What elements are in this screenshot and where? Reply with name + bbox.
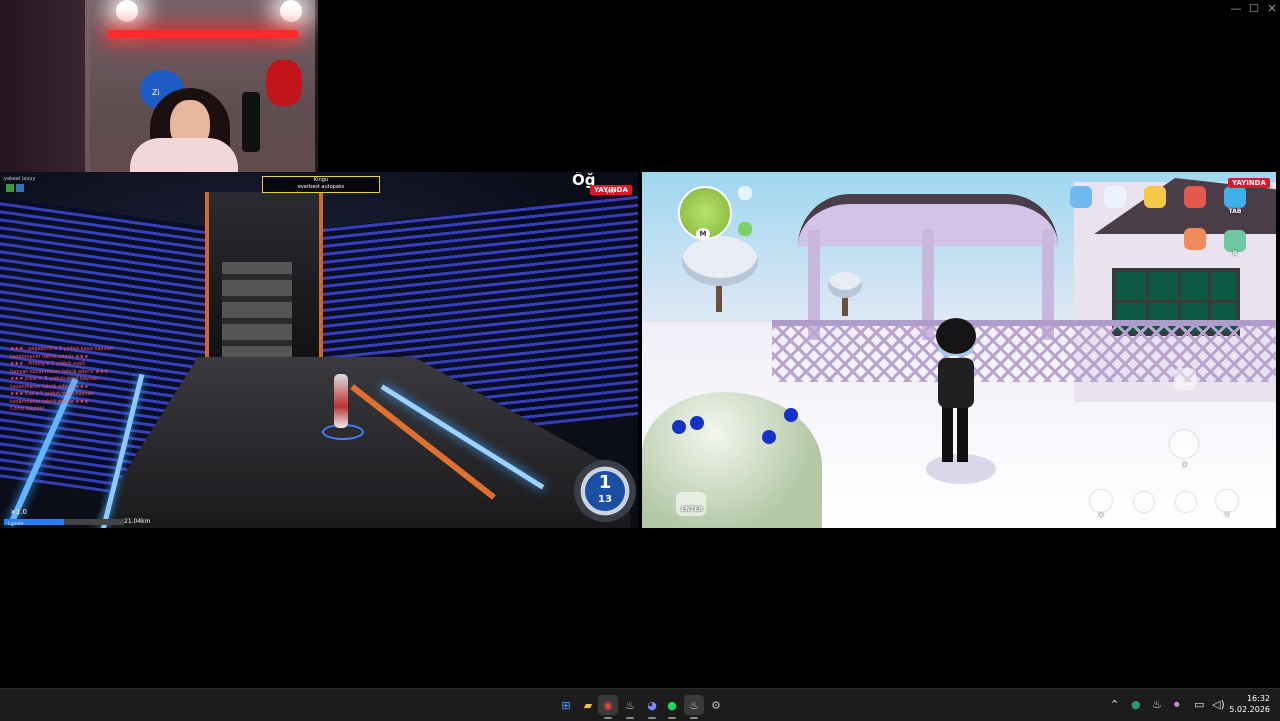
microphone	[242, 92, 260, 152]
player-legs	[942, 406, 968, 462]
chat-line: ★★★ Eva'e 5 yıldızlı evcil hayvan	[10, 391, 94, 397]
snowy-tree	[682, 236, 758, 286]
t-key-label: T	[1224, 512, 1230, 519]
chrome-icon[interactable]: ◉	[598, 695, 618, 719]
clock-time: 16:32	[1246, 694, 1270, 703]
webcam-feed: Zi	[0, 0, 318, 178]
chat-line: kazanmanın tebrik ederiz ★★★	[10, 398, 89, 405]
fence	[772, 320, 1276, 382]
round-current: 1	[598, 472, 612, 493]
berry[interactable]	[784, 408, 798, 422]
file-explorer-icon[interactable]: ▰	[578, 695, 598, 715]
snowman-icon[interactable]	[1104, 186, 1126, 208]
event-icon[interactable]	[1070, 186, 1092, 208]
round-counter: 1 13	[574, 460, 636, 522]
round-total: 13	[598, 494, 612, 505]
house-icon[interactable]	[1184, 228, 1206, 250]
right-game-view[interactable]: M TAB B YAYINDA F ENTER X T	[642, 172, 1276, 528]
maximize-icon[interactable]: ☐	[1244, 2, 1264, 16]
enter-key-label: ENTER	[681, 506, 703, 513]
close-icon[interactable]: ✕	[1262, 2, 1280, 16]
berry[interactable]	[690, 416, 704, 430]
left-game-view[interactable]: yakeel lavuy Kingu everbest autopass Öğ …	[0, 172, 638, 528]
windows-start-icon[interactable]: ⊞	[556, 695, 576, 715]
top-small-text: yakeel lavuy	[4, 176, 36, 182]
minimap-key: M	[696, 228, 710, 240]
player-body	[938, 358, 974, 408]
channel-label: yay	[606, 189, 615, 195]
running-indicator	[648, 717, 656, 719]
inventory-icon[interactable]	[1224, 186, 1246, 208]
running-indicator	[668, 717, 676, 719]
chat-line: kazanmanın tebrik ederiz ★★★	[10, 353, 89, 360]
tab-key-label: TAB	[1228, 208, 1242, 215]
vehicle-button[interactable]	[1090, 490, 1112, 512]
ceiling-light	[280, 0, 302, 22]
berry[interactable]	[762, 430, 776, 444]
steam-icon[interactable]: ♨	[620, 695, 640, 719]
emote-icon[interactable]	[1174, 368, 1196, 390]
backpack-icon[interactable]	[1224, 230, 1246, 252]
taskbar: ⊞ ▰ ◉ ♨ ◕ ● ♨ ⚙ ⌃ ● ♨ ⏺ ▭ ◁) 16:32 5.02.2026	[0, 688, 1280, 721]
interact-button[interactable]	[1170, 430, 1198, 458]
clock-date: 5.02.2026	[1229, 705, 1270, 714]
tray-overflow-icon[interactable]: ⌃	[1110, 698, 1119, 711]
running-indicator	[604, 717, 612, 719]
settings-icon[interactable]: ⚙	[706, 695, 726, 715]
distance-value: 21.04km	[124, 518, 151, 525]
quest-line: everbest autopass	[297, 184, 345, 190]
chat-line: ★★★ . pegasun5'e 5 yıldızlı kaya hayvan	[10, 346, 113, 352]
speed-multiplier: ×1.0	[10, 508, 27, 516]
display-icon[interactable]: ▭	[1194, 698, 1204, 711]
spotify-icon[interactable]: ●	[662, 695, 682, 719]
menu-icon[interactable]	[738, 186, 752, 200]
snowy-tree	[828, 272, 862, 298]
chat-line: kazanmanın tebrik ederiz ★★★	[10, 383, 89, 390]
chat-line: hayvan kazanmanın tebrik ederiz ★★★	[10, 368, 109, 375]
minimize-icon[interactable]: —	[1226, 2, 1246, 16]
camera-button[interactable]	[1176, 492, 1196, 512]
tunnel-lights	[222, 262, 292, 362]
f-key-label: F	[1182, 462, 1188, 469]
quest-box: Kingu everbest autopass	[262, 176, 380, 193]
shop-icon[interactable]	[1184, 186, 1206, 208]
running-indicator	[626, 717, 634, 719]
quest-line: Kingu	[313, 177, 329, 183]
quest-icon[interactable]	[738, 222, 752, 236]
chat-line: ★★★ . Pintoly'e 5 yıldızlı eveli	[10, 361, 86, 367]
running-indicator	[690, 717, 698, 719]
wall	[0, 0, 90, 178]
player-character	[334, 374, 348, 428]
emoji-button[interactable]	[1134, 492, 1154, 512]
player-head	[936, 318, 976, 354]
live-badge-right: YAYINDA	[1228, 178, 1270, 188]
ceiling-light	[116, 0, 138, 22]
red-plush-toy	[266, 60, 302, 106]
player-name: Lessla	[8, 521, 24, 527]
berry[interactable]	[672, 420, 686, 434]
chat-log: ★★★ . pegasun5'e 5 yıldızlı kaya hayvan k…	[10, 346, 130, 414]
led-strip	[108, 30, 298, 38]
chat-line: ★★★ pixie'ın 5 yıldızlı evcil hayvan	[10, 376, 99, 382]
plush-label: Zi	[152, 88, 160, 97]
chat-button[interactable]	[1216, 490, 1238, 512]
gift-icon[interactable]	[1144, 186, 1166, 208]
clock[interactable]: 16:32 5.02.2026	[1229, 693, 1270, 715]
steam-tray-icon[interactable]: ♨	[1152, 698, 1162, 711]
microphone-icon[interactable]: ⏺	[1174, 698, 1180, 712]
x-key-label: X	[1098, 512, 1104, 519]
discord-icon[interactable]: ◕	[642, 695, 662, 719]
volume-icon[interactable]: ◁)	[1212, 698, 1225, 711]
hud-icon[interactable]	[16, 184, 24, 192]
app-tray-icon[interactable]: ●	[1131, 698, 1141, 711]
b-key-label: B	[1232, 250, 1238, 257]
steam-active-icon[interactable]: ♨	[684, 695, 704, 719]
chat-line: Cömo başlatıl	[10, 406, 45, 412]
hud-icon[interactable]	[6, 184, 14, 192]
